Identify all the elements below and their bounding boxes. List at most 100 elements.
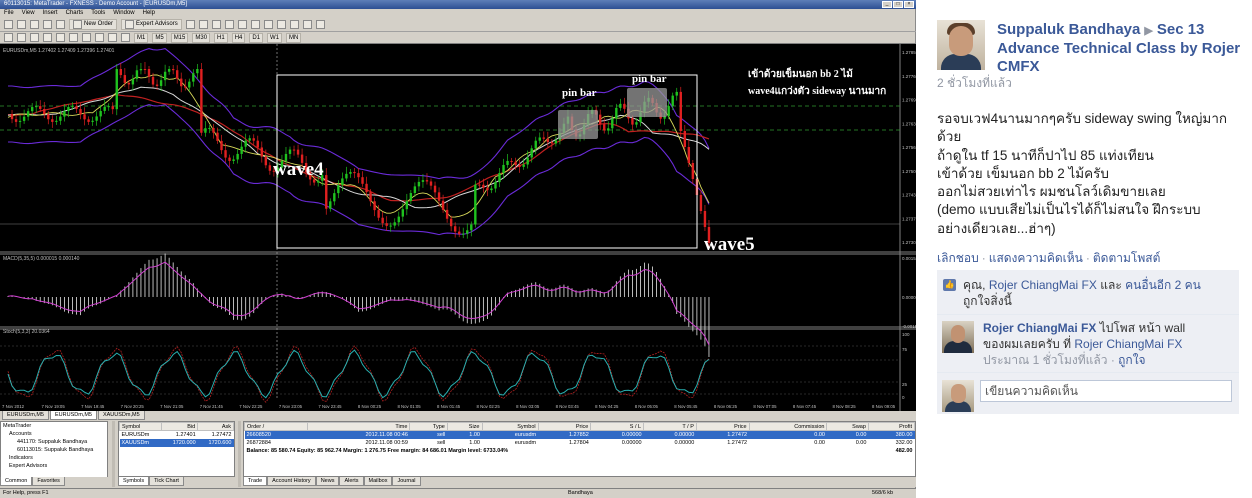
zoom-out-icon[interactable] [237, 20, 247, 29]
tab-tick-chart[interactable]: Tick Chart [149, 477, 184, 486]
timeframe-h4[interactable]: H4 [231, 32, 246, 43]
new-chart-icon[interactable] [4, 20, 13, 29]
text-icon[interactable] [95, 33, 104, 42]
commenter-name-link[interactable]: Rojer ChiangMai FX [983, 321, 1096, 335]
comment-input[interactable] [980, 380, 1232, 402]
other-likers-link[interactable]: คนอื่นอีก 2 คน [1125, 278, 1201, 292]
bar-chart-icon[interactable] [185, 20, 195, 29]
column-header[interactable]: Price [695, 422, 750, 431]
column-header[interactable]: Bid [161, 422, 199, 431]
navigator-item[interactable]: MetaTrader [1, 422, 107, 430]
column-header[interactable]: S / L [590, 422, 645, 431]
tab-mailbox[interactable]: Mailbox [363, 477, 393, 486]
timeframe-m30[interactable]: M30 [192, 32, 211, 43]
column-header[interactable]: Price [537, 422, 592, 431]
column-header[interactable]: Time [306, 422, 411, 431]
menu-help[interactable]: Help [143, 9, 155, 18]
timeframe-h1[interactable]: H1 [214, 32, 228, 43]
panel-splitter[interactable] [112, 421, 115, 487]
chart-tab-1[interactable]: EURUSDm,M5 [2, 411, 49, 420]
navigator-item[interactable]: 441170: Suppaluk Bandhaya [1, 438, 107, 446]
unlike-link[interactable]: เลิกชอบ [937, 251, 979, 265]
label-icon[interactable] [108, 33, 117, 42]
profiles-icon[interactable] [17, 20, 26, 29]
tab-alerts[interactable]: Alerts [339, 477, 364, 486]
table-row[interactable]: 26872884 2012.11.08 00:59 sell 1.00 euru… [245, 439, 915, 447]
author-name-link[interactable]: Suppaluk Bandhaya [997, 21, 1140, 38]
market-watch-icon[interactable] [30, 20, 39, 29]
trendline-icon[interactable] [56, 33, 65, 42]
arrows-icon[interactable] [121, 33, 130, 42]
comment-like-link[interactable]: ถูกใจ [1118, 353, 1145, 367]
navigator-item[interactable]: Accounts [1, 430, 107, 438]
column-header[interactable]: T / P [643, 422, 697, 431]
liker-link[interactable]: Rojer ChiangMai FX [989, 278, 1097, 292]
timeframe-m15[interactable]: M15 [170, 32, 189, 43]
post-timestamp[interactable]: 2 ชั่วโมงที่แล้ว [937, 74, 1012, 93]
column-header[interactable]: Commission [748, 422, 828, 431]
table-row[interactable]: 26608520 2012.11.08 00:46 sell 1.00 euru… [244, 430, 915, 439]
column-header[interactable]: Ask [197, 422, 234, 431]
navigator-item[interactable]: Indicators [1, 454, 107, 462]
comment-mention-link[interactable]: Rojer ChiangMai FX [1074, 337, 1182, 351]
panel-splitter[interactable] [238, 421, 241, 487]
zoom-in-icon[interactable] [224, 20, 234, 29]
column-header[interactable]: Order / [244, 422, 308, 431]
tab-favorites[interactable]: Favorites [32, 477, 65, 486]
horizontal-line-icon[interactable] [43, 33, 52, 42]
column-header[interactable]: Type [409, 422, 448, 431]
timeframe-d1[interactable]: D1 [249, 32, 264, 43]
price-chart[interactable]: 1.27850 1.27760 1.27695 1.27630 1.27565 1.275… [0, 44, 916, 411]
close-button[interactable]: × [904, 1, 914, 8]
table-row[interactable]: EURUSDm 1.27401 1.27472 [120, 431, 234, 439]
tab-symbols[interactable]: Symbols [118, 477, 150, 486]
table-row[interactable]: XAUUSDm 1720.000 1720.600 [119, 438, 234, 447]
menu-view[interactable]: View [22, 9, 35, 18]
candlestick-icon[interactable] [198, 20, 208, 29]
timeframe-mn[interactable]: MN [286, 32, 302, 43]
tab-news[interactable]: News [315, 477, 340, 486]
tab-journal[interactable]: Journal [392, 477, 421, 486]
cursor-icon[interactable] [4, 33, 13, 42]
line-chart-icon[interactable] [211, 20, 221, 29]
column-header[interactable]: Size [446, 422, 483, 431]
indicators-icon[interactable] [289, 20, 299, 29]
tab-account-history[interactable]: Account History [267, 477, 316, 486]
timeframe-w1[interactable]: W1 [267, 32, 283, 43]
commenter-avatar[interactable] [942, 321, 974, 353]
crosshair-icon[interactable] [17, 33, 26, 42]
menu-tools[interactable]: Tools [91, 9, 105, 18]
navigator-item[interactable]: 60113015: Suppaluk Bandhaya [1, 446, 107, 454]
menu-window[interactable]: Window [113, 9, 134, 18]
navigator-icon[interactable] [43, 20, 52, 29]
comment-link[interactable]: แสดงความคิดเห็น [989, 251, 1083, 265]
tab-common[interactable]: Common [0, 477, 33, 486]
column-header[interactable]: Symbol [118, 422, 163, 431]
follow-post-link[interactable]: ติดตามโพสต์ [1093, 251, 1161, 265]
terminal-icon[interactable] [56, 20, 65, 29]
column-header[interactable]: Symbol [481, 422, 539, 431]
menu-insert[interactable]: Insert [43, 9, 58, 18]
navigator-item[interactable]: Expert Advisors [1, 462, 107, 470]
new-order-button[interactable]: New Order [69, 19, 118, 30]
periods-icon[interactable] [302, 20, 312, 29]
expert-advisors-button[interactable]: Expert Advisors [121, 19, 182, 30]
chart-shift-icon[interactable] [276, 20, 286, 29]
column-header[interactable]: Profit [867, 422, 915, 431]
vertical-line-icon[interactable] [30, 33, 39, 42]
tab-trade[interactable]: Trade [243, 477, 268, 486]
channel-icon[interactable] [69, 33, 78, 42]
minimize-button[interactable]: _ [882, 1, 892, 8]
maximize-button[interactable]: □ [893, 1, 903, 8]
timeframe-m5[interactable]: M5 [152, 32, 167, 43]
templates-icon[interactable] [315, 20, 325, 29]
fibonacci-icon[interactable] [82, 33, 91, 42]
menu-charts[interactable]: Charts [66, 9, 84, 18]
tile-windows-icon[interactable] [250, 20, 260, 29]
autoscroll-icon[interactable] [263, 20, 273, 29]
comment-timestamp[interactable]: ประมาณ 1 ชั่วโมงที่แล้ว [983, 353, 1107, 367]
timeframe-m1[interactable]: M1 [134, 32, 149, 43]
menu-file[interactable]: File [4, 9, 14, 18]
column-header[interactable]: Swap [826, 422, 869, 431]
chart-tab-3[interactable]: XAUUSDm,M5 [97, 411, 145, 420]
